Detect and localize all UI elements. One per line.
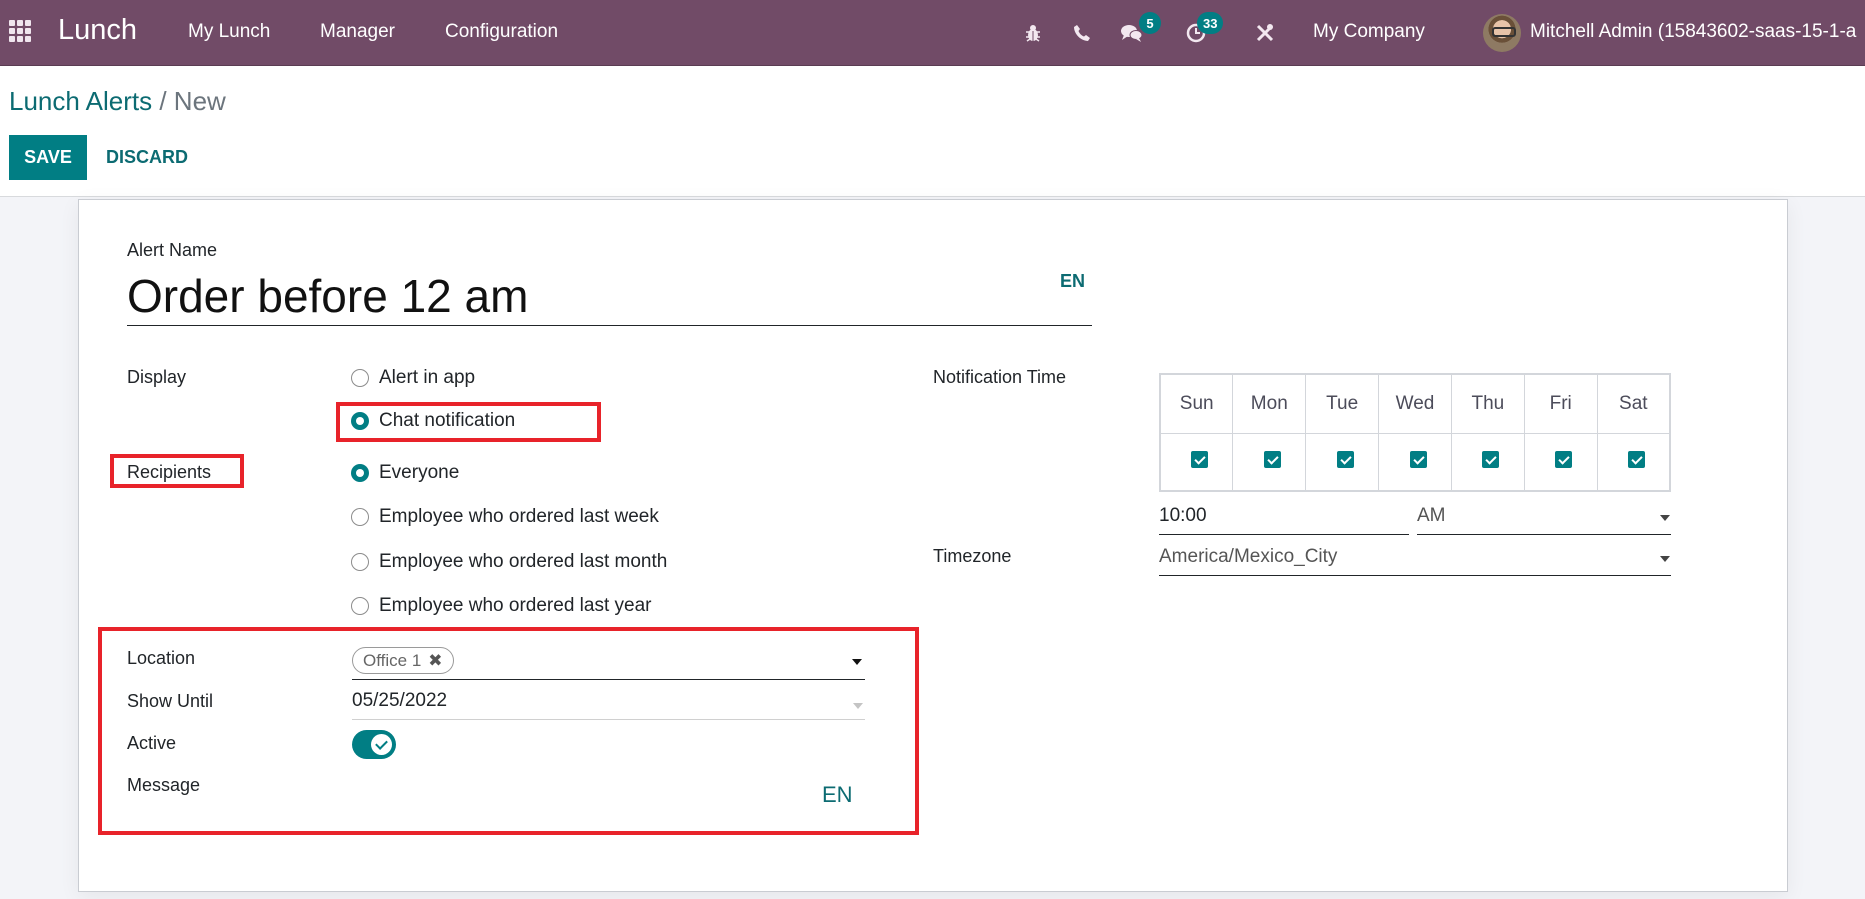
radio-label: Chat notification [379, 410, 516, 431]
show-until-label: Show Until [127, 691, 214, 711]
day-header-tue: Tue [1305, 373, 1380, 434]
day-cell [1523, 432, 1598, 492]
message-label: Message [127, 775, 201, 795]
menu-configuration[interactable]: Configuration [445, 21, 558, 43]
save-button[interactable]: SAVE [9, 135, 87, 180]
checkbox-thu[interactable] [1482, 450, 1500, 468]
message-lang-button[interactable]: EN [822, 782, 853, 808]
day-header-wed: Wed [1378, 373, 1452, 434]
timezone-select[interactable]: America/Mexico_City [1159, 546, 1671, 576]
active-toggle[interactable] [352, 730, 396, 759]
radio-everyone[interactable] [351, 464, 369, 482]
recipients-option-everyone[interactable]: Everyone [351, 462, 459, 484]
bug-icon[interactable] [1020, 20, 1046, 46]
messages-badge: 5 [1139, 12, 1161, 34]
phone-icon[interactable] [1069, 20, 1095, 46]
day-header-sun: Sun [1159, 373, 1234, 434]
alert-name-input[interactable]: Order before 12 am [127, 268, 1092, 326]
breadcrumb-current: New [173, 86, 226, 116]
day-cell [1378, 432, 1452, 492]
radio-last-year[interactable] [351, 597, 369, 615]
show-until-input[interactable]: 05/25/2022 [352, 690, 865, 720]
date-picker-caret-icon[interactable] [853, 703, 863, 709]
tools-icon[interactable] [1252, 20, 1278, 46]
recipients-label: Recipients [127, 462, 212, 482]
display-label: Display [127, 367, 187, 387]
day-header-sat: Sat [1596, 373, 1671, 434]
weekday-table: Sun Mon Tue Wed Thu Fri Sat [1159, 373, 1671, 492]
radio-chat-notification[interactable] [351, 412, 369, 430]
radio-alert-in-app[interactable] [351, 369, 369, 387]
app-brand[interactable]: Lunch [58, 14, 137, 47]
user-menu[interactable]: Mitchell Admin (15843602-saas-15-1-a [1530, 21, 1856, 43]
menu-manager[interactable]: Manager [320, 21, 395, 43]
ampm-caret-icon[interactable] [1660, 515, 1670, 521]
time-input[interactable]: 10:00 [1159, 505, 1409, 535]
activities-badge: 33 [1197, 12, 1224, 34]
breadcrumb-lunch-alerts[interactable]: Lunch Alerts [9, 86, 152, 116]
timezone-caret-icon[interactable] [1660, 556, 1670, 562]
company-switcher[interactable]: My Company [1313, 21, 1425, 43]
day-cell [1232, 432, 1307, 492]
user-avatar[interactable] [1483, 14, 1521, 52]
ampm-select[interactable]: AM [1417, 505, 1671, 535]
tag-label: Office 1 [363, 650, 422, 670]
breadcrumb-separator: / [159, 86, 167, 116]
apps-menu-icon[interactable] [9, 20, 33, 42]
checkbox-fri[interactable] [1555, 450, 1573, 468]
day-cell [1596, 432, 1671, 492]
checkbox-wed[interactable] [1409, 450, 1427, 468]
radio-last-month[interactable] [351, 553, 369, 571]
checkbox-tue[interactable] [1336, 450, 1354, 468]
recipients-option-last-month[interactable]: Employee who ordered last month [351, 551, 667, 573]
day-header-fri: Fri [1523, 373, 1598, 434]
display-option-chat-notification[interactable]: Chat notification [351, 410, 515, 432]
radio-label: Alert in app [379, 367, 476, 388]
notification-time-label: Notification Time [933, 367, 1067, 387]
checkbox-sun[interactable] [1191, 450, 1209, 468]
checkbox-mon[interactable] [1263, 450, 1281, 468]
breadcrumb: Lunch Alerts / New [9, 86, 226, 117]
discard-button[interactable]: DISCARD [106, 135, 188, 180]
display-option-alert-in-app[interactable]: Alert in app [351, 367, 475, 389]
timezone-label: Timezone [933, 546, 1012, 566]
recipients-option-last-week[interactable]: Employee who ordered last week [351, 506, 659, 528]
alert-name-label: Alert Name [127, 240, 218, 260]
location-tag-office-1: Office 1 ✖ [352, 647, 454, 674]
check-icon [371, 734, 392, 755]
day-cell [1159, 432, 1234, 492]
location-dropdown-caret-icon[interactable] [852, 659, 862, 665]
radio-label: Everyone [379, 462, 460, 483]
radio-label: Employee who ordered last year [379, 595, 652, 616]
radio-last-week[interactable] [351, 508, 369, 526]
menu-my-lunch[interactable]: My Lunch [188, 21, 270, 43]
day-cell [1450, 432, 1525, 492]
location-label: Location [127, 648, 196, 668]
day-header-mon: Mon [1232, 373, 1307, 434]
control-panel: Lunch Alerts / New SAVE DISCARD [0, 66, 1865, 197]
alert-name-lang-button[interactable]: EN [1060, 271, 1085, 292]
recipients-option-last-year[interactable]: Employee who ordered last year [351, 595, 651, 617]
radio-label: Employee who ordered last month [379, 551, 668, 572]
day-header-thu: Thu [1450, 373, 1525, 434]
tag-remove-icon[interactable]: ✖ [428, 651, 442, 671]
top-navbar: Lunch My Lunch Manager Configuration 5 3… [0, 0, 1865, 66]
day-cell [1305, 432, 1380, 492]
radio-label: Employee who ordered last week [379, 506, 659, 527]
active-label: Active [127, 733, 177, 753]
checkbox-sat[interactable] [1627, 450, 1645, 468]
